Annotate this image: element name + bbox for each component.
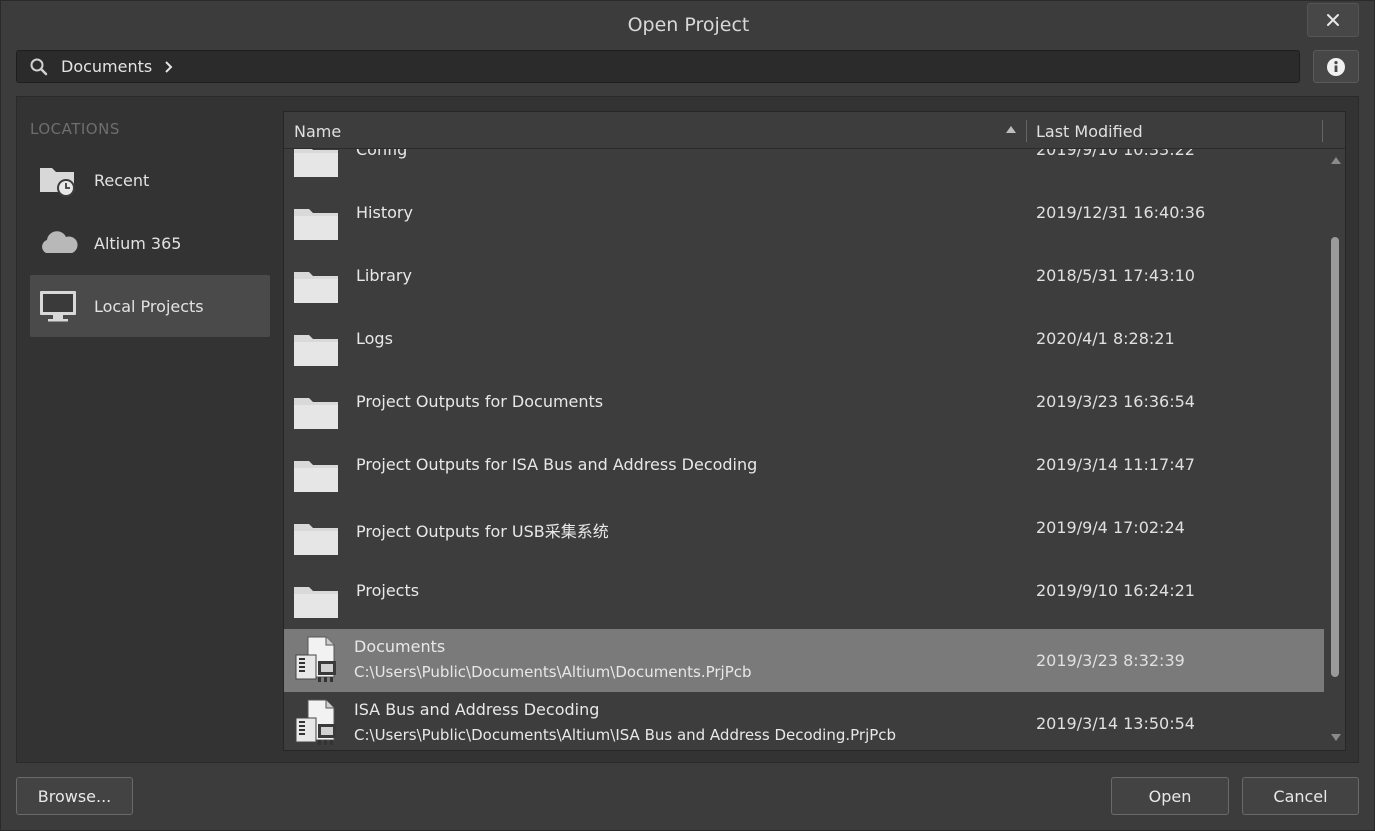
scroll-up-arrow-icon[interactable]	[1331, 157, 1341, 164]
row-modified: 2018/5/31 17:43:10	[1036, 266, 1195, 285]
row-name: Project Outputs for USB采集系统	[356, 522, 609, 541]
sidebar-item-label: Altium 365	[94, 233, 182, 253]
pcb-project-icon	[295, 699, 336, 745]
monitor-icon	[40, 291, 76, 322]
folder-icon	[294, 524, 338, 555]
browse-button[interactable]: Browse...	[16, 777, 133, 815]
row-name: Config	[356, 149, 408, 159]
info-button[interactable]	[1313, 50, 1359, 83]
column-header-last-modified[interactable]: Last Modified	[1036, 122, 1143, 141]
close-icon	[1327, 14, 1339, 26]
vertical-scrollbar[interactable]	[1325, 149, 1345, 750]
sidebar-item-label: Recent	[94, 170, 150, 190]
table-row[interactable]: Project Outputs for ISA Bus and Address …	[284, 443, 1324, 506]
row-modified: 2019/3/14 13:50:54	[1036, 714, 1195, 733]
column-divider[interactable]	[1026, 120, 1027, 142]
table-row[interactable]: ISA Bus and Address Decoding C:\Users\Pu…	[284, 692, 1324, 750]
close-button[interactable]	[1307, 3, 1359, 37]
title-bar: Open Project	[1, 1, 1375, 49]
folder-icon	[294, 398, 338, 429]
table-row[interactable]: Project Outputs for Documents 2019/3/23 …	[284, 380, 1324, 443]
row-modified: 2019/9/10 10:33:22	[1036, 149, 1195, 159]
cloud-icon	[42, 231, 78, 253]
folder-icon	[294, 461, 338, 492]
sidebar-item-altium365[interactable]: Altium 365	[30, 212, 270, 274]
locations-heading: LOCATIONS	[30, 120, 120, 138]
dialog-title: Open Project	[627, 14, 750, 36]
row-name: Library	[356, 266, 412, 285]
recent-folder-icon	[40, 168, 75, 197]
row-name: Logs	[356, 329, 393, 348]
locations-sidebar: LOCATIONS Recent Altium 365 Local Projec…	[17, 97, 283, 762]
table-row-selected[interactable]: Documents C:\Users\Public\Documents\Alti…	[284, 629, 1324, 692]
table-row[interactable]: Library 2018/5/31 17:43:10	[284, 254, 1324, 317]
folder-icon	[294, 272, 338, 303]
row-modified: 2019/12/31 16:40:36	[1036, 203, 1206, 222]
column-header-row: Name Last Modified	[284, 112, 1345, 149]
info-icon	[1327, 57, 1345, 76]
row-modified: 2019/3/14 11:17:47	[1036, 455, 1195, 474]
table-row[interactable]: Projects 2019/9/10 16:24:21	[284, 569, 1324, 632]
column-divider[interactable]	[1322, 120, 1323, 142]
row-modified: 2019/3/23 8:32:39	[1036, 651, 1185, 670]
row-name: Project Outputs for ISA Bus and Address …	[356, 455, 758, 474]
row-modified: 2019/9/4 17:02:24	[1036, 518, 1185, 537]
file-rows: Config 2019/9/10 10:33:22 History 2019/1…	[284, 149, 1324, 750]
sidebar-item-recent[interactable]: Recent	[30, 149, 270, 211]
row-name: Documents	[354, 637, 446, 656]
folder-icon	[294, 209, 338, 240]
breadcrumb-documents[interactable]: Documents	[61, 57, 152, 76]
row-modified: 2019/3/23 16:36:54	[1036, 392, 1195, 411]
table-row[interactable]: Logs 2020/4/1 8:28:21	[284, 317, 1324, 380]
sidebar-item-label: Local Projects	[94, 296, 204, 316]
open-project-dialog: Open Project Documents LOCATIONS Recent …	[0, 0, 1375, 831]
row-path: C:\Users\Public\Documents\Altium\ISA Bus…	[354, 726, 897, 744]
cancel-button[interactable]: Cancel	[1242, 777, 1359, 815]
scrollbar-thumb[interactable]	[1331, 237, 1339, 677]
row-name: ISA Bus and Address Decoding	[354, 700, 600, 719]
open-button[interactable]: Open	[1111, 777, 1229, 815]
pcb-project-icon	[295, 636, 336, 682]
path-bar[interactable]: Documents	[16, 50, 1300, 83]
scroll-down-arrow-icon[interactable]	[1331, 734, 1341, 741]
table-row[interactable]: Project Outputs for USB采集系统 2019/9/4 17:…	[284, 506, 1324, 569]
row-name: Project Outputs for Documents	[356, 392, 604, 411]
row-name: Projects	[356, 581, 420, 600]
row-modified: 2020/4/1 8:28:21	[1036, 329, 1175, 348]
table-row[interactable]: Config 2019/9/10 10:33:22	[284, 149, 1324, 191]
row-path: C:\Users\Public\Documents\Altium\Documen…	[354, 663, 752, 681]
folder-icon	[294, 587, 338, 618]
table-row[interactable]: History 2019/12/31 16:40:36	[284, 191, 1324, 254]
chevron-right-icon[interactable]	[164, 60, 174, 74]
column-header-name[interactable]: Name	[294, 122, 341, 141]
sort-ascending-icon	[1006, 126, 1016, 133]
folder-icon	[294, 149, 338, 177]
content-panel: LOCATIONS Recent Altium 365 Local Projec…	[16, 96, 1359, 763]
folder-icon	[294, 335, 338, 366]
file-list: Name Last Modified Config 2019/9/10 10:3…	[283, 111, 1346, 751]
search-icon	[30, 58, 48, 75]
row-name: History	[356, 203, 413, 222]
sidebar-item-local-projects[interactable]: Local Projects	[30, 275, 270, 337]
row-modified: 2019/9/10 16:24:21	[1036, 581, 1195, 600]
